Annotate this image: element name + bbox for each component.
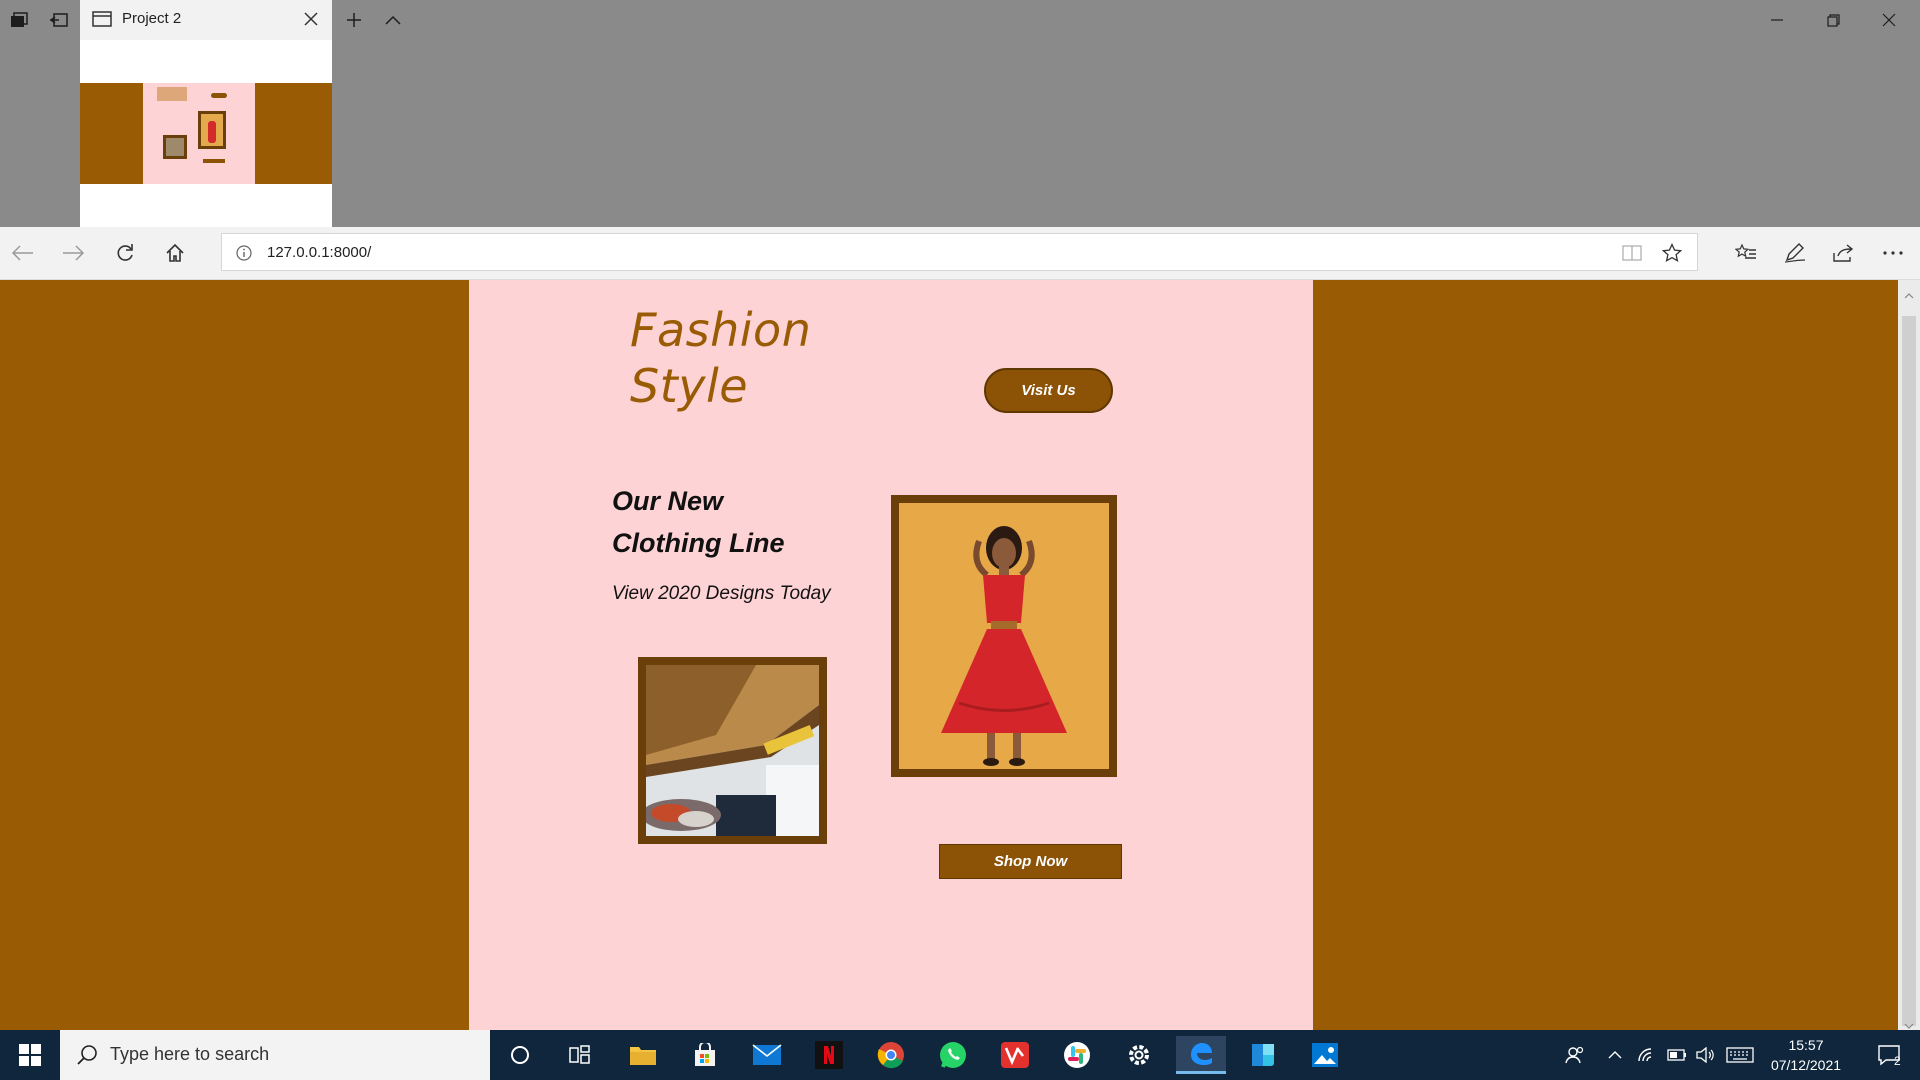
3d-app-icon[interactable] [1238, 1036, 1288, 1074]
microsoft-store-icon[interactable] [680, 1036, 730, 1074]
favorites-hub-icon[interactable] [1731, 240, 1761, 266]
windows-start-icon[interactable] [0, 1030, 60, 1080]
task-view-icon[interactable] [555, 1036, 605, 1074]
home-icon[interactable] [160, 240, 190, 266]
vivaldi-style-icon[interactable] [990, 1036, 1040, 1074]
headline-line-2: Clothing Line [612, 528, 785, 558]
headline: Our New Clothing Line [612, 480, 872, 564]
settings-gear-icon[interactable] [1114, 1036, 1164, 1074]
shop-now-button[interactable]: Shop Now [939, 844, 1122, 879]
title-bar: Project 2 [0, 0, 1920, 227]
tab-actions-icon[interactable] [4, 8, 34, 32]
model-photo [899, 503, 1109, 769]
new-tab-icon[interactable] [339, 8, 369, 32]
restore-icon[interactable] [1810, 6, 1856, 34]
scrollbar-thumb[interactable] [1902, 316, 1916, 1026]
netflix-icon[interactable] [804, 1036, 854, 1074]
wifi-icon[interactable] [1634, 1030, 1660, 1080]
mail-icon[interactable] [742, 1036, 792, 1074]
tab-project-2[interactable]: Project 2 [80, 0, 332, 227]
model-photo-frame [891, 495, 1117, 777]
notification-count-badge: 2 [1894, 1054, 1901, 1068]
close-window-icon[interactable] [1866, 6, 1912, 34]
share-icon[interactable] [1829, 240, 1859, 266]
back-arrow-icon[interactable] [8, 240, 38, 266]
content-card: Fashion Style Visit Us Our New Clothing … [469, 280, 1313, 1030]
subheadline: View 2020 Designs Today [612, 583, 831, 604]
clock-date: 07/12/2021 [1770, 1057, 1842, 1073]
battery-icon[interactable] [1664, 1030, 1690, 1080]
edge-browser-icon[interactable] [1176, 1036, 1226, 1074]
system-clock[interactable]: 15:57 07/12/2021 [1754, 1035, 1858, 1075]
web-notes-pen-icon[interactable] [1780, 240, 1810, 266]
slack-icon[interactable] [1052, 1036, 1102, 1074]
show-hidden-icons-chevron-up-icon[interactable] [1602, 1030, 1628, 1080]
address-bar[interactable]: 127.0.0.1:8000/ [221, 233, 1698, 271]
whatsapp-icon[interactable] [928, 1036, 978, 1074]
photos-icon[interactable] [1300, 1036, 1350, 1074]
set-tabs-aside-icon[interactable] [44, 8, 74, 32]
brand-line-2: Style [630, 359, 749, 413]
brand-line-1: Fashion [630, 303, 812, 357]
chrome-icon[interactable] [866, 1036, 916, 1074]
close-tab-icon[interactable] [300, 8, 322, 30]
page-icon [92, 11, 112, 32]
taskbar-search-box[interactable]: Type here to search [60, 1030, 490, 1080]
headline-line-1: Our New [612, 486, 724, 516]
page-scrollbar[interactable] [1898, 280, 1920, 1030]
refresh-icon[interactable] [110, 240, 140, 266]
action-center-icon[interactable]: 2 [1866, 1030, 1912, 1080]
cortana-icon[interactable] [495, 1036, 545, 1074]
touch-keyboard-icon[interactable] [1724, 1030, 1756, 1080]
file-explorer-icon[interactable] [618, 1036, 668, 1074]
site-info-icon[interactable] [236, 245, 252, 266]
volume-icon[interactable] [1693, 1030, 1719, 1080]
store-photo [646, 665, 819, 836]
navigation-bar: 127.0.0.1:8000/ [0, 227, 1920, 280]
people-icon[interactable] [1560, 1030, 1590, 1080]
more-options-icon[interactable] [1878, 240, 1908, 266]
favorite-star-icon[interactable] [1661, 242, 1683, 268]
forward-arrow-icon[interactable] [58, 240, 88, 266]
store-photo-frame [638, 657, 827, 844]
clock-time: 15:57 [1788, 1037, 1824, 1053]
search-icon [76, 1044, 98, 1071]
tab-header[interactable]: Project 2 [80, 0, 332, 40]
visit-us-button[interactable]: Visit Us [984, 368, 1113, 413]
taskbar: Type here to search 15:57 07/12/2021 2 [0, 1030, 1920, 1080]
scroll-up-arrow-icon[interactable] [1904, 286, 1914, 304]
minimize-icon[interactable] [1754, 6, 1800, 34]
search-placeholder: Type here to search [110, 1044, 270, 1064]
web-page: Fashion Style Visit Us Our New Clothing … [0, 280, 1898, 1030]
url-text[interactable]: 127.0.0.1:8000/ [267, 244, 371, 261]
thumbnail-page [143, 83, 255, 184]
tab-title: Project 2 [122, 10, 182, 27]
reading-view-icon[interactable] [1622, 245, 1642, 266]
tab-preview-thumbnail[interactable] [80, 83, 332, 184]
brand-logo-text[interactable]: Fashion Style [630, 302, 890, 414]
show-previews-chevron-up-icon[interactable] [378, 8, 408, 32]
